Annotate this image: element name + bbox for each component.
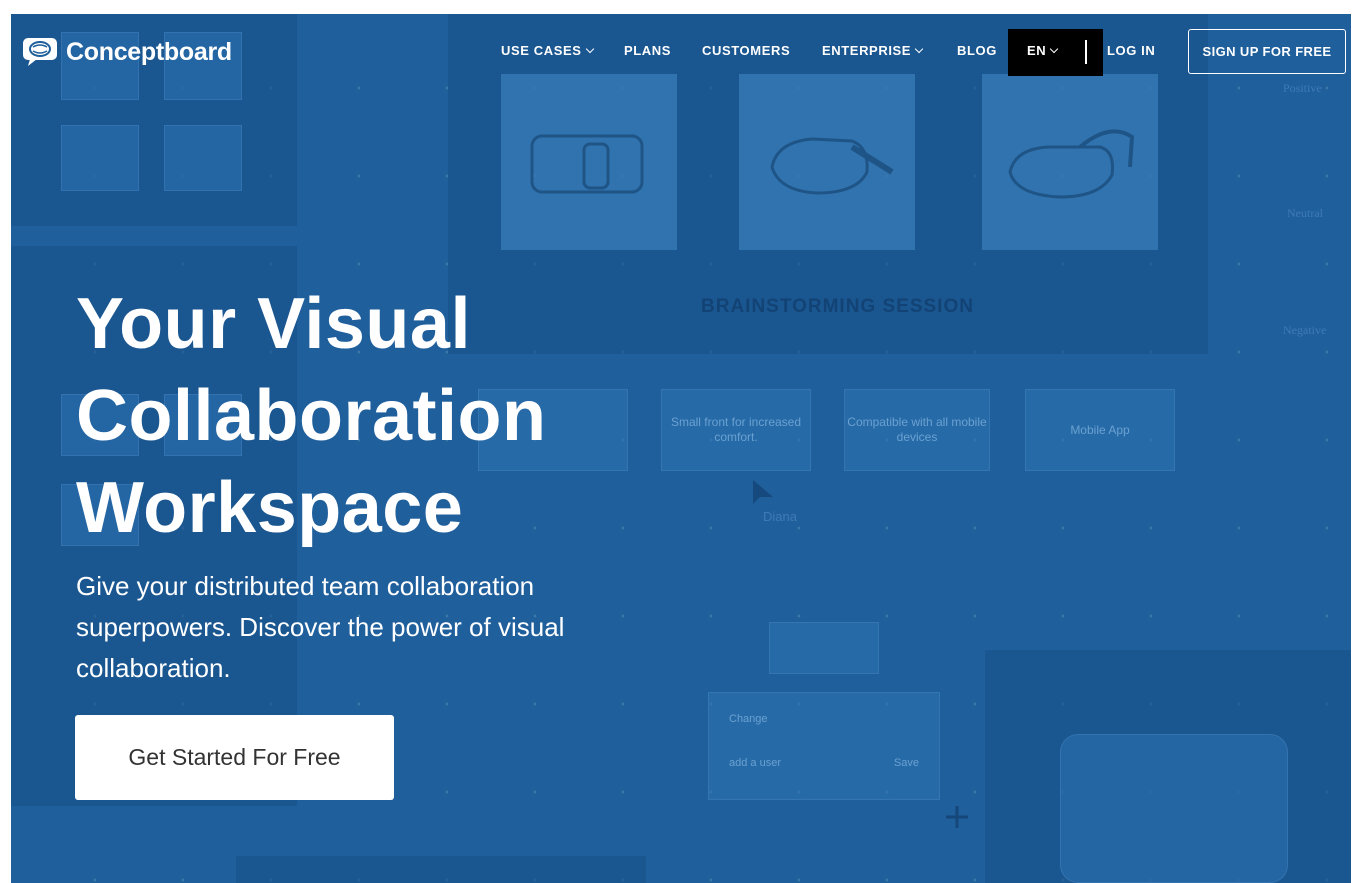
vr-sketch-card <box>982 74 1158 250</box>
bg-card-compatible: Compatible with all mobile devices <box>844 389 990 471</box>
bg-save: Save <box>893 756 919 769</box>
chevron-down-icon <box>585 44 594 53</box>
vr-headset-icon <box>1008 129 1135 199</box>
hero-subtitle: Give your distributed team collaboration… <box>76 571 565 683</box>
language-selector[interactable]: EN <box>1027 43 1059 58</box>
brand-name: Conceptboard <box>66 37 232 66</box>
bg-session-label: BRAINSTORMING SESSION <box>701 296 974 317</box>
bg-sticky-note <box>61 125 139 191</box>
nav-login[interactable]: LOG IN <box>1107 43 1155 58</box>
nav-customers[interactable]: CUSTOMERS <box>702 43 790 58</box>
bg-sentiment-neutral: Neutral <box>1287 206 1323 220</box>
vr-sketch-card <box>501 74 677 250</box>
bg-comment-box: Change add a user Save <box>708 692 940 800</box>
chat-logo-icon <box>23 38 57 66</box>
nav-enterprise-label: ENTERPRISE <box>822 43 912 58</box>
nav-use-cases[interactable]: USE CASES <box>501 43 594 58</box>
bg-sentiment-positive: Positive <box>1283 81 1322 95</box>
language-label: EN <box>1027 43 1047 58</box>
vr-sketch-card <box>739 74 915 250</box>
board-panel-bottom-center <box>236 856 646 883</box>
nav-divider <box>1085 40 1087 64</box>
cursor-arrow-icon <box>753 480 773 504</box>
bg-add-user: add a user <box>729 756 781 769</box>
bg-comment-text: Change <box>729 713 768 725</box>
bg-toolbar <box>769 622 879 674</box>
vr-headset-icon <box>770 137 894 195</box>
brand-logo[interactable]: Conceptboard <box>22 37 232 67</box>
bg-cursor-name: Diana <box>763 509 797 524</box>
nav-plans[interactable]: PLANS <box>624 43 671 58</box>
get-started-button[interactable]: Get Started For Free <box>75 715 394 800</box>
chevron-down-icon <box>1050 44 1059 53</box>
bg-sticky-note <box>164 125 242 191</box>
move-icon <box>946 806 968 828</box>
hero-title: Your Visual Collaboration Workspace <box>76 284 547 548</box>
nav-blog[interactable]: BLOG <box>957 43 997 58</box>
bg-phone <box>1060 734 1288 883</box>
vr-headset-icon <box>530 134 644 194</box>
signup-button[interactable]: SIGN UP FOR FREE <box>1188 29 1346 74</box>
bg-sentiment-negative: Negative <box>1283 323 1327 337</box>
nav-enterprise[interactable]: ENTERPRISE <box>822 43 924 58</box>
bg-card-mobile: Mobile App <box>1025 389 1175 471</box>
nav-use-cases-label: USE CASES <box>501 43 582 58</box>
chevron-down-icon <box>914 44 924 53</box>
